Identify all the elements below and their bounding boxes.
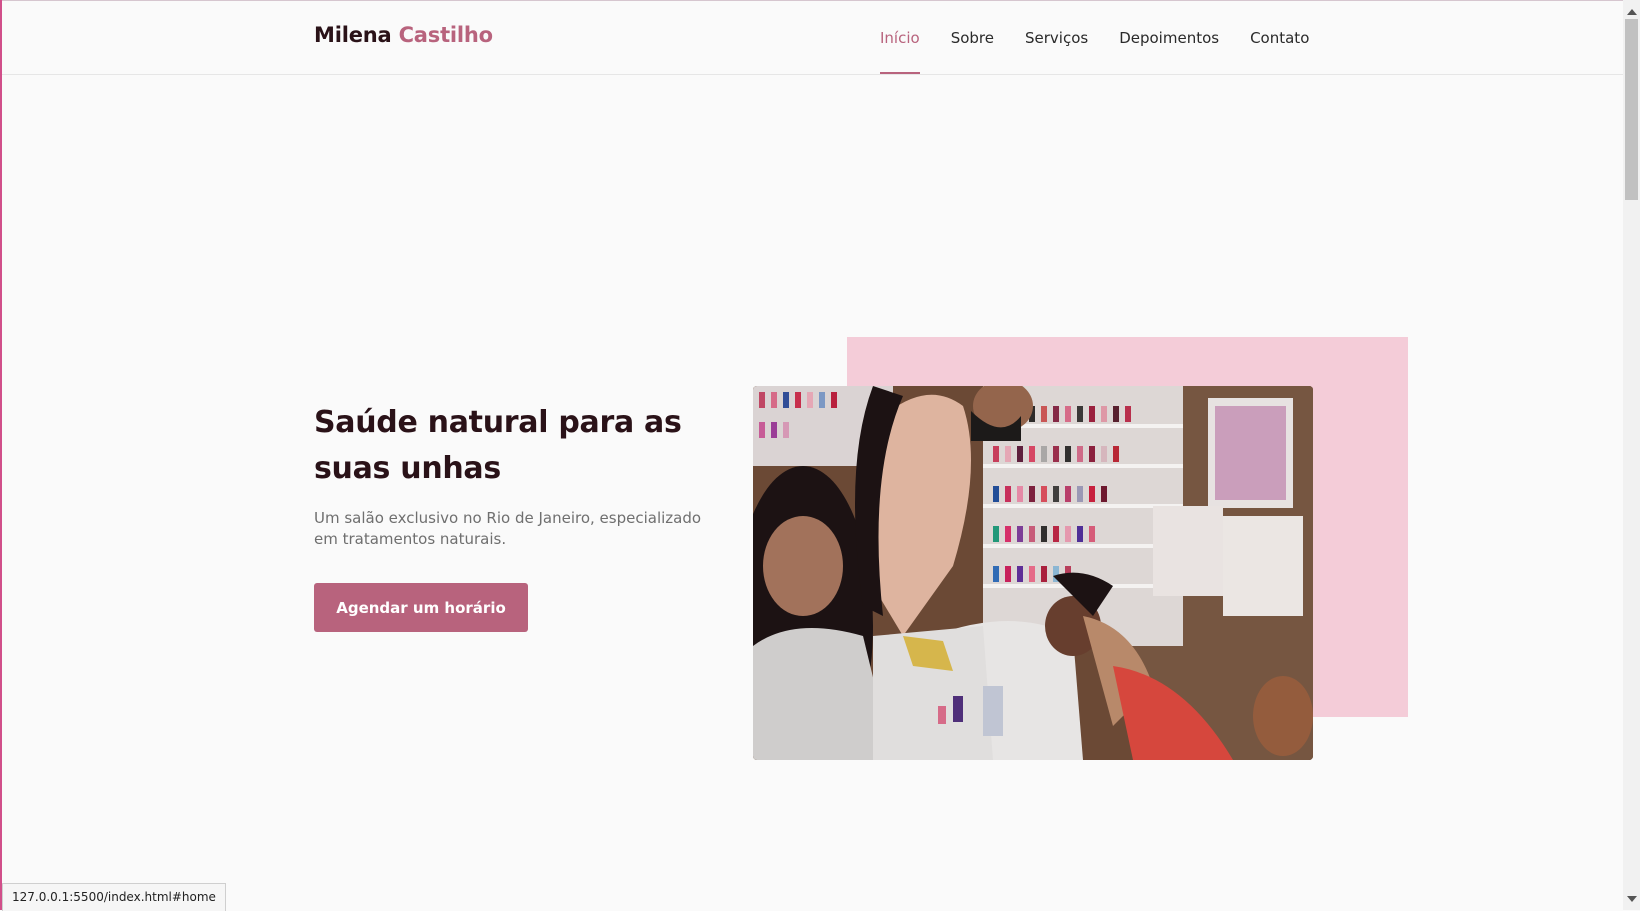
logo-last-name: Castilho <box>398 23 493 47</box>
page-left-border <box>0 0 2 910</box>
hero-subtitle: Um salão exclusivo no Rio de Janeiro, es… <box>314 509 702 548</box>
nav-link-inicio[interactable]: Início <box>880 1 920 74</box>
hero-text-block: Saúde natural para as suas unhas Um salã… <box>314 400 714 550</box>
logo[interactable]: Milena Castilho <box>314 23 493 47</box>
scroll-up-arrow-icon[interactable] <box>1627 9 1637 15</box>
hero-salon-photo <box>753 386 1313 760</box>
main-nav: Início Sobre Serviços Depoimentos Contat… <box>880 1 1340 74</box>
nav-link-depoimentos[interactable]: Depoimentos <box>1119 1 1219 74</box>
logo-first-name: Milena <box>314 23 392 47</box>
book-appointment-button[interactable]: Agendar um horário <box>314 583 528 632</box>
status-bar-url: 127.0.0.1:5500/index.html#home <box>2 883 226 911</box>
hero-title: Saúde natural para as suas unhas <box>314 405 682 486</box>
scroll-down-arrow-icon[interactable] <box>1627 896 1637 902</box>
scrollbar-thumb[interactable] <box>1625 19 1638 200</box>
vertical-scrollbar[interactable] <box>1623 0 1640 910</box>
nav-link-contato[interactable]: Contato <box>1250 1 1309 74</box>
nav-link-sobre[interactable]: Sobre <box>951 1 994 74</box>
nav-link-servicos[interactable]: Serviços <box>1025 1 1088 74</box>
site-header: Milena Castilho Início Sobre Serviços De… <box>2 1 1623 75</box>
